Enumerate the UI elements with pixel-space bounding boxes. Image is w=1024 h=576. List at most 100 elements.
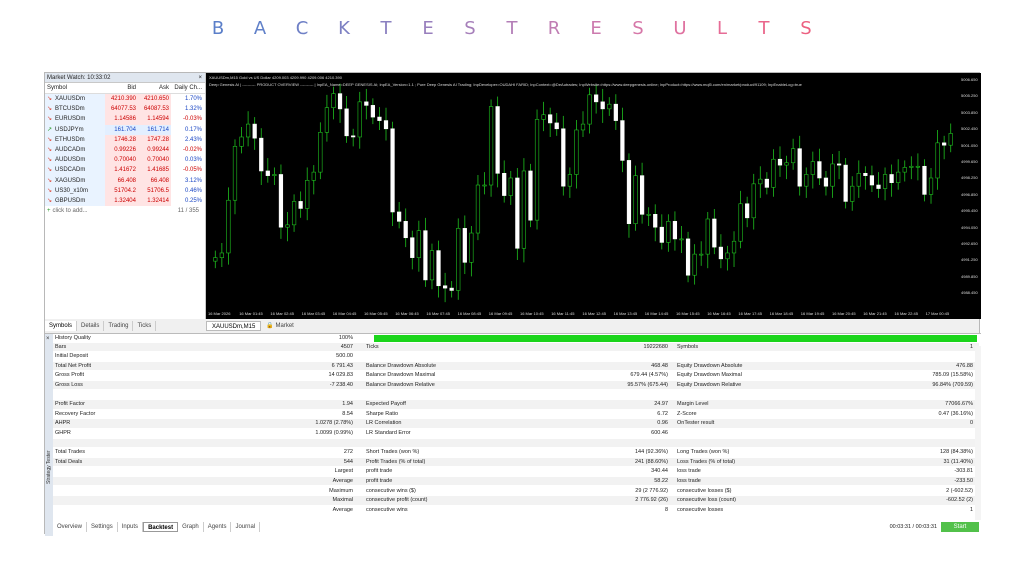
time-tick: 16 Mar 20:45	[832, 311, 856, 316]
col-ask[interactable]: Ask	[138, 83, 171, 93]
result-row	[53, 391, 979, 400]
candle-body	[607, 103, 612, 110]
candle-body	[383, 120, 389, 130]
banner-letter: U	[673, 18, 687, 39]
time-tick: 16 Mar 16:45	[707, 311, 731, 316]
chart-tab[interactable]: XAUUSDm,M15	[206, 321, 262, 331]
vertical-scrollbar[interactable]	[975, 346, 981, 520]
candle-body	[935, 142, 940, 179]
market-watch-row[interactable]: ↘ EURUSDm 1.14586 1.14594 -0.03%	[45, 114, 205, 125]
candle-body	[462, 228, 467, 263]
candle-body	[232, 146, 238, 201]
tab-journal[interactable]: Journal	[231, 522, 261, 532]
chart-tab[interactable]: 🔒 Market	[261, 321, 299, 331]
tab-trading[interactable]: Trading	[104, 321, 134, 331]
candle-body	[226, 199, 231, 254]
candle-body	[882, 174, 888, 189]
candle-body	[291, 201, 297, 226]
change-cell: 0.25%	[184, 197, 202, 204]
ask-cell: 4210.650	[138, 94, 171, 105]
candle-body	[633, 175, 638, 224]
change-cell: -0.03%	[182, 116, 202, 123]
tab-settings[interactable]: Settings	[87, 522, 118, 532]
result-value: -7 238.40	[329, 381, 353, 388]
banner-letter: A	[253, 18, 267, 39]
bid-cell: 51704.2	[105, 185, 138, 196]
result-value: Average	[332, 477, 353, 484]
result-label: GHPR	[55, 429, 71, 436]
tab-graph[interactable]: Graph	[178, 522, 204, 532]
market-watch-row[interactable]: ↘ BTCUSDm 64077.53 64087.53 1.32%	[45, 104, 205, 115]
market-watch-row[interactable]: ↘ AUDUSDm 0.70040 0.70040 0.03%	[45, 155, 205, 166]
candle-body	[804, 174, 809, 187]
symbol-name: US30_x10m	[55, 187, 89, 194]
tab-agents[interactable]: Agents	[204, 522, 232, 532]
time-tick: 16 Mar 22:45	[894, 311, 918, 316]
bid-cell: 64077.53	[105, 104, 138, 115]
price-chart[interactable]: XAUUSDm,M15 Gold vs US Dollar 4209.003 4…	[206, 73, 981, 319]
market-watch-row[interactable]: ↘ AUDCADm 0.99226 0.99244 -0.02%	[45, 144, 205, 156]
bid-cell: 1.32404	[105, 195, 138, 207]
arrow-down-icon: ↘	[47, 187, 53, 194]
result-value: 272	[343, 449, 353, 456]
tab-overview[interactable]: Overview	[53, 522, 88, 532]
time-tick: 16 Mar 14:45	[644, 311, 669, 316]
market-watch-row[interactable]: ↘ XAGUSDm 66.408 66.408 3.12%	[45, 175, 205, 186]
candle-body	[541, 114, 546, 120]
candle-body	[364, 101, 369, 106]
time-tick: 16 Mar 09:45	[488, 311, 513, 316]
tab-symbols[interactable]: Symbols	[45, 321, 78, 331]
col-change[interactable]: Daily Ch...	[171, 83, 205, 93]
start-button[interactable]: Start	[941, 522, 979, 532]
col-bid[interactable]: Bid	[105, 83, 138, 93]
arrow-down-icon: ↘	[47, 157, 53, 164]
price-tick: 4999.650	[961, 159, 978, 164]
market-watch-row[interactable]: ↗ USDJPYm 161.704 161.714 0.17%	[45, 124, 205, 135]
candle-body	[613, 103, 618, 121]
symbol-count: 11 / 355	[177, 208, 199, 215]
tab-ticks[interactable]: Ticks	[133, 321, 157, 331]
symbol-name: BTCUSDm	[55, 106, 85, 113]
candle-body	[869, 175, 875, 186]
time-tick: 16 Mar 21:45	[863, 311, 887, 316]
col-symbol[interactable]: Symbol	[45, 83, 105, 93]
close-icon[interactable]: ×	[198, 73, 202, 83]
market-watch-row[interactable]: ↘ XAUUSDm 4210.390 4210.650 1.70%	[45, 94, 205, 105]
candle-body	[475, 184, 481, 234]
candle-body	[922, 165, 927, 195]
candle-body	[685, 238, 691, 276]
result-label: consecutive losses ($)	[677, 487, 732, 494]
result-value: 1.0099 (0.99%)	[315, 429, 353, 436]
ask-cell: 1.32414	[138, 195, 171, 207]
candle-body	[548, 114, 553, 124]
close-icon[interactable]: ×	[46, 336, 50, 342]
market-watch-row[interactable]: ↘ USDCADm 1.41672 1.41685 -0.05%	[45, 165, 205, 176]
ask-cell: 0.70040	[138, 155, 171, 166]
candle-body	[843, 164, 848, 202]
result-row: Gross Loss -7 238.40 Balance Drawdown Rela…	[53, 380, 979, 390]
candle-body	[692, 253, 697, 276]
arrow-down-icon: ↘	[47, 146, 53, 153]
market-watch-row[interactable]: ↘ US30_x10m 51704.2 51706.5 0.46%	[45, 185, 205, 196]
tab-inputs[interactable]: Inputs	[118, 522, 144, 532]
add-symbol-row[interactable]: + click to add... 11 / 355	[45, 206, 205, 216]
candle-body	[502, 173, 507, 196]
candle-body	[751, 183, 756, 219]
ask-cell: 1747.28	[138, 134, 171, 145]
result-value: Largest	[334, 468, 353, 475]
time-tick: 16 Mar 17:45	[738, 311, 762, 316]
candle-body	[594, 94, 599, 103]
time-tick: 16 Mar 06:45	[395, 311, 419, 316]
tester-side-label: Strategy Tester	[46, 450, 52, 484]
tab-backtest[interactable]: Backtest	[143, 522, 179, 532]
market-watch-row[interactable]: ↘ GBPUSDm 1.32404 1.32414 0.25%	[45, 195, 205, 207]
candle-body	[771, 158, 776, 188]
candle-body	[580, 123, 586, 131]
result-value: 31 (11.40%)	[943, 458, 973, 465]
symbol-name: EURUSDm	[55, 116, 86, 123]
candle-body	[705, 218, 710, 255]
market-watch-row[interactable]: ↘ ETHUSDm 1746.28 1747.28 2.43%	[45, 134, 205, 145]
time-tick: 16 Mar 11:45	[551, 311, 575, 316]
ask-cell: 161.714	[138, 124, 171, 135]
tab-details[interactable]: Details	[77, 321, 105, 331]
